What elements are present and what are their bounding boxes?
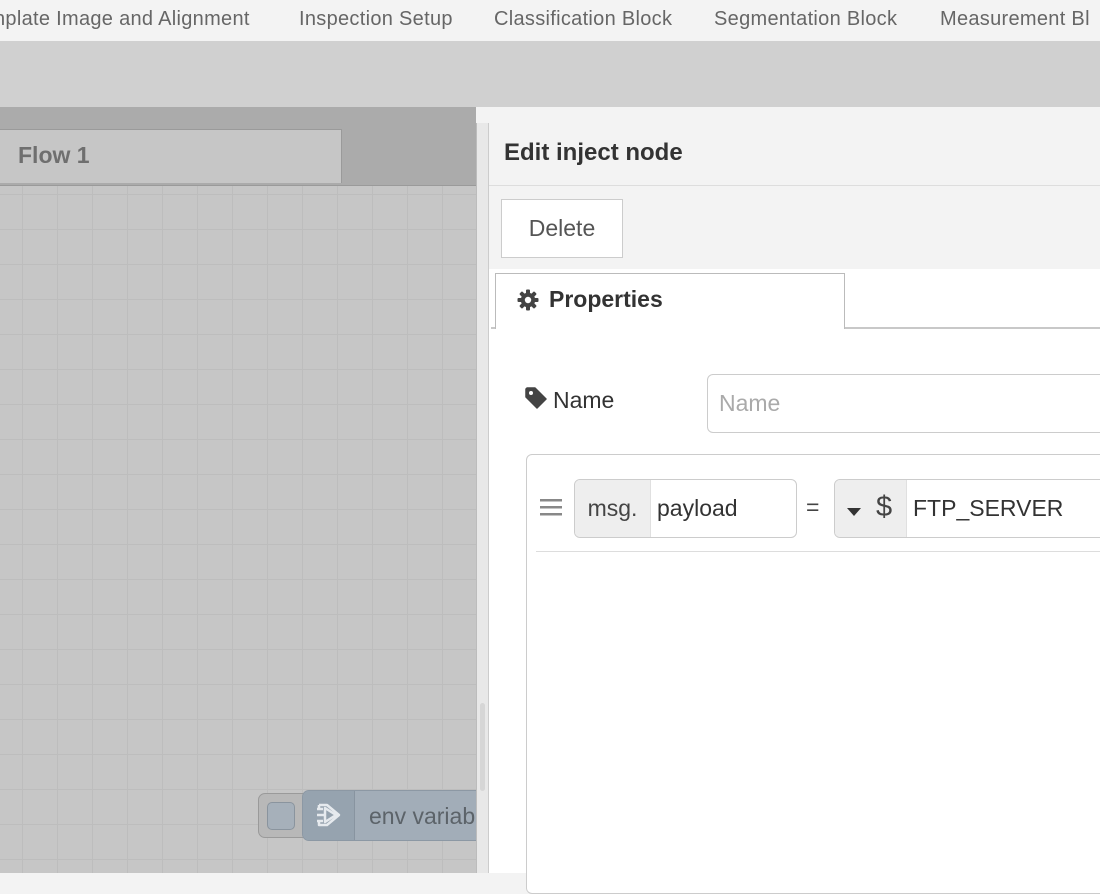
resize-handle[interactable] bbox=[480, 703, 485, 791]
value-text[interactable]: FTP_SERVER bbox=[913, 480, 1063, 537]
value-field[interactable]: $ FTP_SERVER bbox=[834, 479, 1100, 538]
top-navigation: nplate Image and Alignment Inspection Se… bbox=[0, 0, 1100, 41]
env-type-symbol: $ bbox=[876, 491, 893, 523]
workspace: Flow 1 env variab bbox=[0, 107, 476, 873]
node-label: env variab bbox=[369, 803, 476, 829]
name-input[interactable] bbox=[707, 374, 1100, 433]
gear-icon bbox=[516, 288, 540, 317]
property-prefix[interactable]: msg. bbox=[575, 480, 651, 537]
tab-flow-1[interactable]: Flow 1 bbox=[0, 129, 342, 183]
inject-arrow-icon bbox=[303, 791, 355, 840]
header-toolbar bbox=[0, 41, 1100, 107]
nav-inspection-setup[interactable]: Inspection Setup bbox=[299, 8, 453, 31]
panel-divider[interactable] bbox=[476, 123, 488, 873]
flow-canvas[interactable] bbox=[0, 185, 476, 873]
inject-node[interactable]: env variab bbox=[302, 790, 476, 841]
tray-header: Edit inject node bbox=[489, 123, 1100, 186]
property-list: msg. payload = $ FTP_SERVER bbox=[526, 454, 1100, 894]
property-value[interactable]: payload bbox=[657, 480, 738, 537]
caret-down-icon bbox=[846, 504, 862, 522]
inject-button-square[interactable] bbox=[267, 802, 295, 830]
edit-tray: Edit inject node Delete Properties Name … bbox=[488, 123, 1100, 894]
tab-properties[interactable]: Properties bbox=[495, 273, 845, 329]
name-label: Name bbox=[553, 387, 615, 413]
nav-template-image-alignment[interactable]: nplate Image and Alignment bbox=[0, 8, 250, 31]
tray-title: Edit inject node bbox=[504, 139, 683, 166]
drag-handle-icon[interactable] bbox=[540, 497, 562, 522]
nav-segmentation-block[interactable]: Segmentation Block bbox=[714, 8, 897, 31]
tag-icon bbox=[525, 387, 547, 414]
equals-sign: = bbox=[806, 494, 820, 520]
tray-toolbar: Delete bbox=[489, 186, 1100, 269]
delete-button[interactable]: Delete bbox=[501, 199, 623, 258]
nav-classification-block[interactable]: Classification Block bbox=[494, 8, 672, 31]
tab-properties-label: Properties bbox=[549, 286, 663, 312]
property-row: msg. payload = $ FTP_SERVER bbox=[536, 455, 1100, 552]
flow-tab-label: Flow 1 bbox=[18, 142, 90, 168]
nav-measurement-block[interactable]: Measurement Bl bbox=[940, 8, 1090, 31]
property-field[interactable]: msg. payload bbox=[574, 479, 797, 538]
workspace-tabbar: Flow 1 bbox=[0, 107, 476, 185]
value-type-selector[interactable]: $ bbox=[835, 480, 907, 537]
